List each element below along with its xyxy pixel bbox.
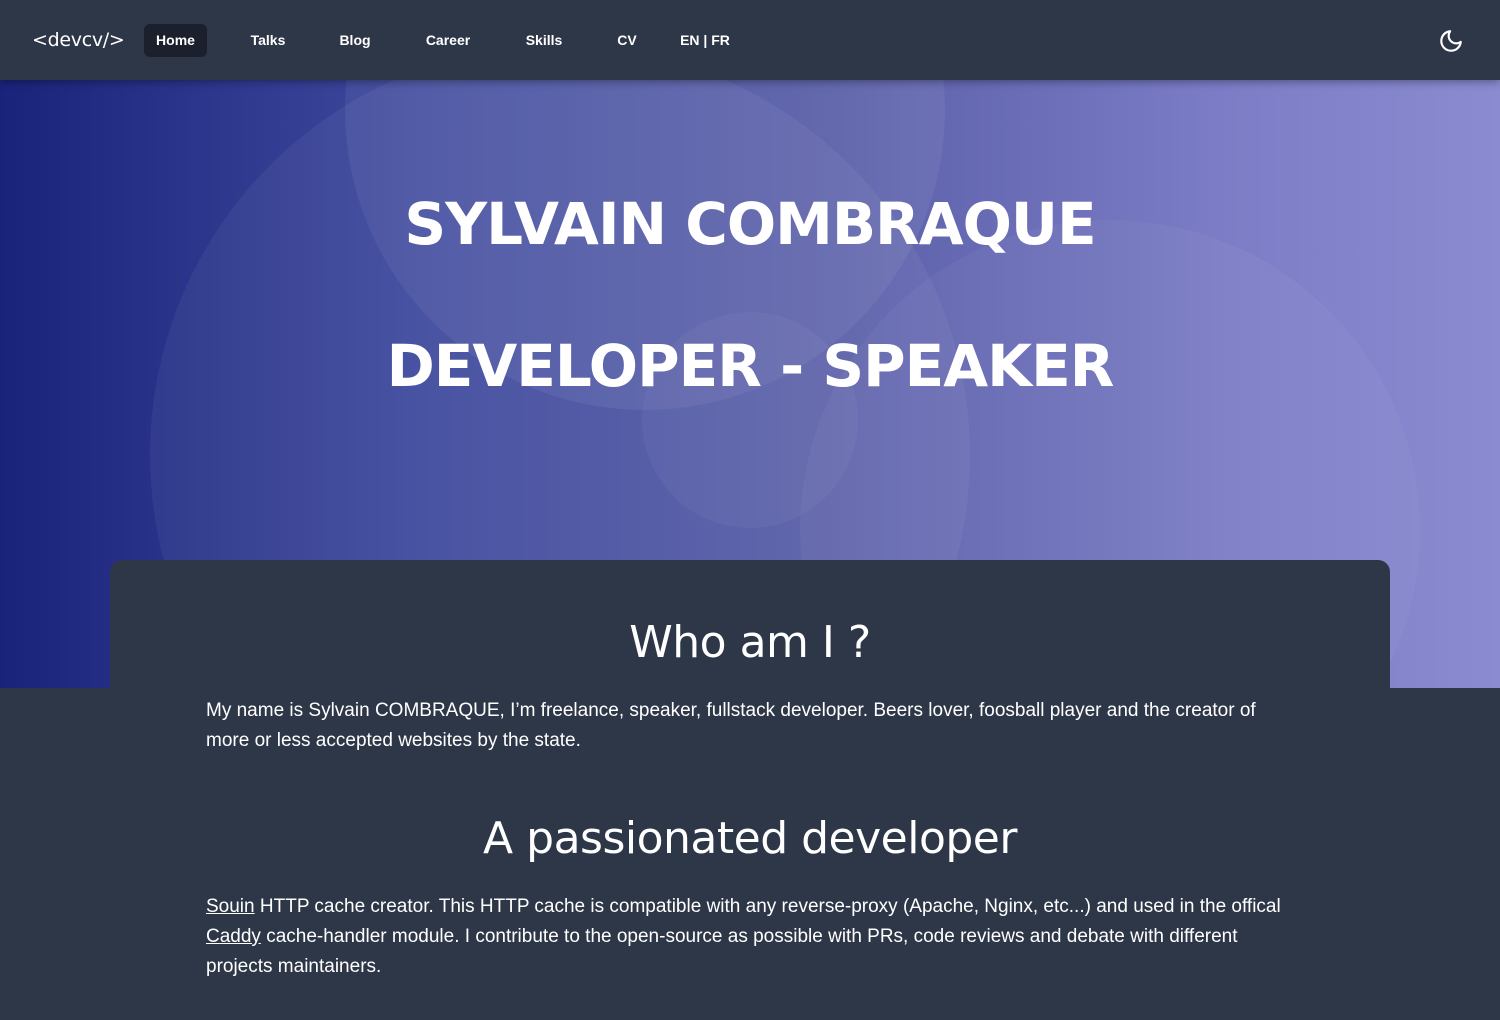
site-logo[interactable]: <devcv/> xyxy=(32,28,125,52)
nav-career[interactable]: Career xyxy=(414,24,482,57)
hero-name: SYLVAIN COMBRAQUE xyxy=(404,190,1096,258)
nav-skills[interactable]: Skills xyxy=(515,24,573,57)
nav-home[interactable]: Home xyxy=(144,24,207,57)
passion-text-part2: cache-handler module. I contribute to th… xyxy=(206,926,1238,977)
language-switcher[interactable]: EN | FR xyxy=(676,24,734,57)
passion-text: Souin HTTP cache creator. This HTTP cach… xyxy=(206,892,1286,982)
hero-tagline: DEVELOPER - SPEAKER xyxy=(386,332,1115,400)
passion-heading: A passionated developer xyxy=(483,813,1017,864)
top-navbar: <devcv/> Home Talks Blog Career Skills C… xyxy=(0,0,1500,80)
nav-blog[interactable]: Blog xyxy=(328,24,382,57)
moon-icon[interactable] xyxy=(1438,28,1464,54)
nav-talks[interactable]: Talks xyxy=(240,24,296,57)
caddy-link[interactable]: Caddy xyxy=(206,926,261,947)
nav-cv[interactable]: CV xyxy=(606,24,648,57)
about-text: My name is Sylvain COMBRAQUE, I’m freela… xyxy=(206,700,1256,751)
passion-text-part1: HTTP cache creator. This HTTP cache is c… xyxy=(254,896,1281,917)
souin-link[interactable]: Souin xyxy=(206,896,255,917)
about-heading: Who am I ? xyxy=(629,617,871,668)
